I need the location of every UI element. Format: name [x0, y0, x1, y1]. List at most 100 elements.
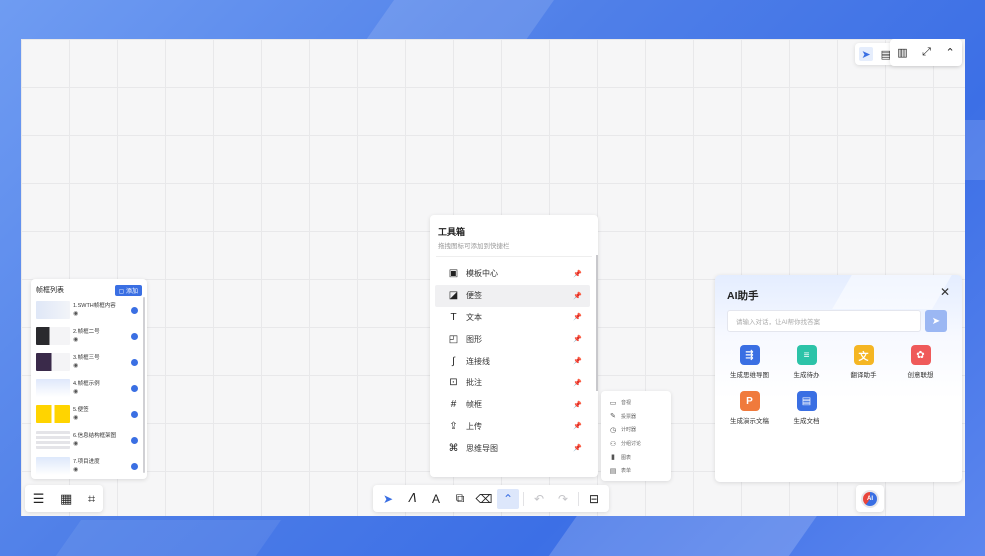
frame-thumbnail — [36, 301, 70, 319]
frame-list-item[interactable]: 4.帧框示例 ◉ — [36, 375, 142, 401]
toolbox-item[interactable]: ∫ 连接线 📌 — [435, 350, 590, 372]
ai-assistant-panel: AI助手 ✕ 请输入对话，让AI帮你找答案 ➤ ⇶ 生成思维导图 ≡ 生成待办 文翻译助… — [715, 275, 962, 482]
toolbox-item[interactable]: T 文本 📌 — [435, 307, 590, 329]
frame-thumbnail — [36, 431, 70, 449]
marker-icon[interactable]: A — [425, 489, 447, 509]
submenu-icon: ▤ — [609, 467, 617, 475]
submenu-item[interactable]: ▤ 表单 — [609, 464, 663, 478]
go-to-frame-icon[interactable] — [131, 358, 138, 366]
divider — [523, 491, 524, 506]
ai-action-card[interactable]: ▤ 生成文档 — [778, 391, 835, 425]
shape-add-icon[interactable]: ⧉ — [449, 489, 471, 509]
submenu-item[interactable]: ▭ 音视 — [609, 396, 663, 410]
eye-icon[interactable]: ◉ — [73, 467, 78, 473]
go-to-frame-icon[interactable] — [131, 436, 138, 444]
map-icon[interactable]: ▥ — [897, 46, 907, 59]
add-frame-button[interactable]: ▢ 添加 — [114, 284, 142, 296]
submenu-item[interactable]: ✎ 投票器 — [609, 410, 663, 424]
toolbox-item[interactable]: ▦表格 — [435, 473, 590, 477]
ai-action-icon: ≡ — [796, 345, 817, 365]
frame-list-scrollbar[interactable] — [143, 297, 145, 473]
toolbox-item[interactable]: ⇪ 上传 📌 — [435, 416, 590, 438]
eye-icon[interactable]: ◉ — [73, 337, 78, 343]
eye-icon[interactable]: ◉ — [73, 441, 78, 447]
cursor-follow-icon[interactable]: ➤ — [859, 47, 873, 61]
sticky-note-icon: ◪ — [448, 290, 459, 302]
toolbox-item[interactable]: # 帧框 📌 — [435, 394, 590, 416]
submenu-label: 图表 — [621, 454, 632, 461]
qr-grid-icon[interactable]: ▦ — [60, 491, 72, 507]
eye-icon[interactable]: ◉ — [73, 363, 78, 369]
pin-icon[interactable]: 📌 — [573, 270, 582, 278]
pin-icon[interactable]: 📌 — [573, 335, 582, 343]
go-to-frame-icon[interactable] — [131, 332, 138, 340]
toolbox-scrollbar[interactable] — [596, 255, 598, 391]
eye-icon[interactable]: ◉ — [73, 311, 78, 317]
ai-action-card[interactable]: ✿ 创意联想 — [892, 345, 949, 379]
go-to-frame-icon[interactable] — [131, 410, 138, 418]
menu-icon[interactable]: ☰ — [33, 491, 45, 507]
pin-icon[interactable]: 📌 — [573, 401, 582, 409]
undo-icon[interactable]: ↶ — [528, 489, 550, 509]
frame-list-title: 帧框列表 — [36, 287, 64, 294]
toolbox-item[interactable]: ◰ 图形 📌 — [435, 328, 590, 350]
eye-icon[interactable]: ◉ — [73, 415, 78, 421]
pin-icon[interactable]: 📌 — [573, 292, 582, 300]
frame-list-item[interactable]: 5.便签 ◉ — [36, 401, 142, 427]
frame-list-item[interactable]: 6.信息结构框架图 ◉ — [36, 427, 142, 453]
divider — [578, 491, 579, 506]
frame-name: 1.SWTH帧框内容 — [73, 303, 116, 309]
collapse-up-icon[interactable]: ⌃ — [946, 46, 955, 59]
ai-action-card[interactable]: ≡ 生成待办 — [778, 345, 835, 379]
frame-list-item[interactable]: 1.SWTH帧框内容 ◉ — [36, 297, 142, 323]
frame-icon[interactable]: ⌗ — [88, 491, 95, 507]
submenu-icon: ▮ — [611, 454, 615, 462]
toolbox-icon[interactable]: ⊟ — [583, 489, 605, 509]
ai-action-label: 生成待办 — [793, 372, 820, 379]
go-to-frame-icon[interactable] — [131, 384, 138, 392]
redo-icon[interactable]: ↷ — [552, 489, 574, 509]
frame-list-item[interactable]: 7.项目进度 ◉ — [36, 453, 142, 479]
expand-up-icon[interactable]: ⌃ — [497, 488, 519, 509]
submenu-item[interactable]: ▮ 图表 — [609, 450, 663, 464]
go-to-frame-icon[interactable] — [131, 306, 138, 314]
send-button[interactable]: ➤ — [925, 310, 947, 332]
submenu-item[interactable]: ⚇ 分组讨论 — [609, 437, 663, 451]
ai-action-card[interactable]: 文翻译助手 — [835, 345, 892, 379]
ai-action-icon: P — [739, 391, 760, 411]
pen-icon[interactable]: 𝛬 — [401, 489, 423, 509]
pin-icon[interactable]: 📌 — [573, 444, 582, 452]
frame-list-item[interactable]: 3.帧框三号 ◉ — [36, 349, 142, 375]
text-icon: T — [450, 311, 457, 323]
whiteboard-canvas[interactable]: ➤ ▤ ⊕ 分享 帧框列表 ▢ 添加 1.SWTH帧框内容◉2.帧框二号◉3.帧… — [21, 39, 965, 516]
fullscreen-icon[interactable]: ⤢ — [922, 46, 931, 59]
submenu-item[interactable]: ◷ 计时器 — [609, 423, 663, 437]
frame-list-panel: 帧框列表 ▢ 添加 1.SWTH帧框内容 ◉ 2.帧框二号 ◉ 3.帧框三号 ◉ 4.帧框示… — [31, 279, 147, 479]
bottom-main-toolbar: ➤ 𝛬 A ⧉ ⌫ ⌃ ↶ ↷ ⊟ — [373, 485, 609, 512]
toolbox-item[interactable]: ◪ 便签 📌 — [435, 284, 590, 307]
pin-icon[interactable]: 📌 — [573, 357, 582, 365]
ai-action-label: 生成演示文稿 — [730, 418, 769, 425]
pin-icon[interactable]: 📌 — [573, 313, 582, 321]
pin-icon[interactable]: 📌 — [573, 379, 582, 387]
frame-list-item[interactable]: 2.帧框二号 ◉ — [36, 323, 142, 349]
toolbox-item[interactable]: ▣ 模板中心 📌 — [435, 263, 590, 285]
ai-prompt-input[interactable]: 请输入对话，让AI帮你找答案 — [727, 310, 921, 332]
frame-name: 4.帧框示例 — [73, 381, 100, 387]
toolbox-item[interactable]: ⊡ 批注 📌 — [435, 372, 590, 394]
ai-action-label: 创意联想 — [907, 372, 934, 379]
bg-decoration — [832, 275, 952, 309]
ai-assistant-button[interactable]: AI — [856, 485, 884, 512]
ai-action-card[interactable]: ⇶ 生成思维导图 — [721, 345, 778, 379]
close-icon[interactable]: ✕ — [940, 285, 950, 299]
eye-icon[interactable]: ◉ — [73, 389, 78, 395]
toolbox-item-label: 图形 — [466, 334, 482, 344]
go-to-frame-icon[interactable] — [131, 462, 138, 470]
pin-icon[interactable]: 📌 — [573, 422, 582, 430]
ai-action-card[interactable]: P 生成演示文稿 — [721, 391, 778, 425]
eraser-icon[interactable]: ⌫ — [473, 489, 495, 509]
select-cursor-icon[interactable]: ➤ — [377, 489, 399, 509]
tool-submenu: ▭ 音视 ✎ 投票器 ◷ 计时器 ⚇ 分组讨论 ▮ 图表 ▤ 表单 — [601, 391, 671, 481]
annotation-icon: ⊡ — [449, 377, 458, 389]
toolbox-item[interactable]: ⌘ 思维导图 📌 — [435, 437, 590, 459]
